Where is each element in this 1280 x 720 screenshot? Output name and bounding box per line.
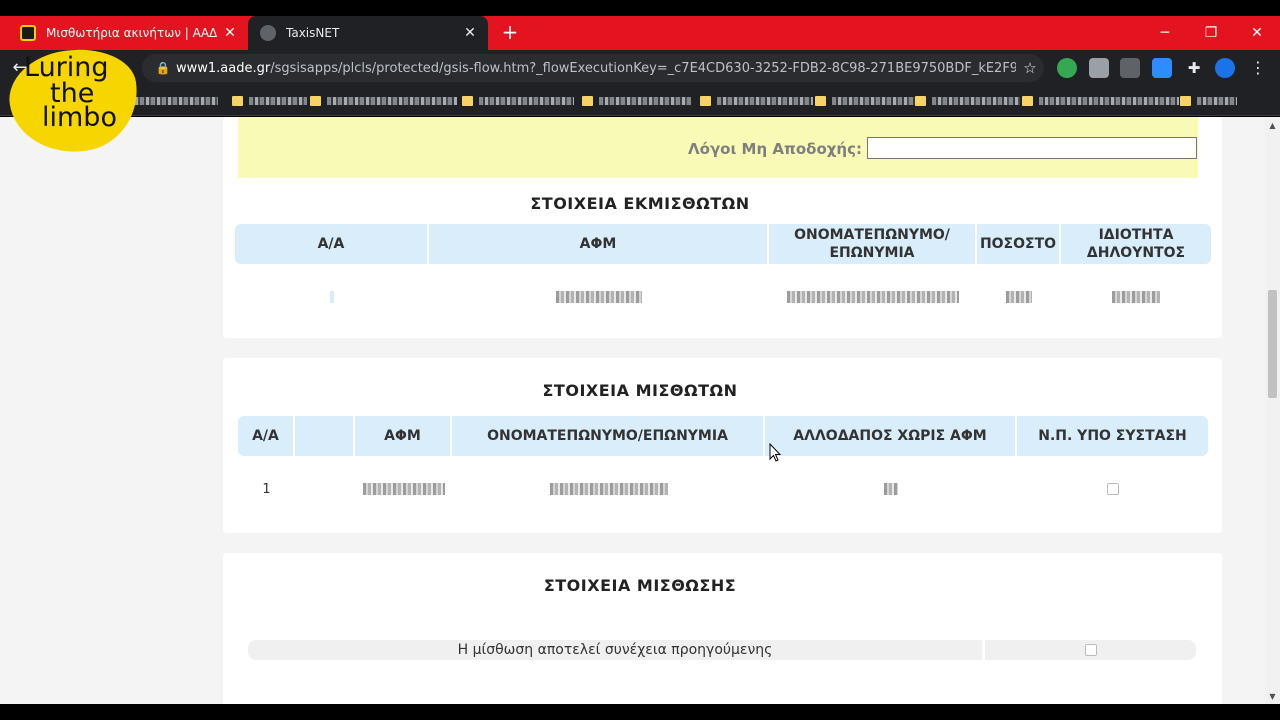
extension-icon[interactable]	[1089, 58, 1109, 78]
logo-word: Luring	[24, 52, 109, 83]
scrollbar-thumb[interactable]	[1268, 290, 1277, 398]
continuation-value[interactable]	[985, 640, 1196, 660]
puzzle-icon[interactable]: ✚	[1184, 58, 1204, 78]
cell-foreign-checkbox[interactable]	[765, 479, 1017, 499]
cell-entity-checkbox[interactable]	[1017, 479, 1208, 499]
aade-favicon-icon	[20, 25, 36, 41]
browser-toolbar: ← 🔒 www1.aade.gr/sgsisapps/plcls/protect…	[0, 50, 1280, 86]
bookmark-item[interactable]	[462, 95, 574, 107]
folder-icon	[310, 96, 321, 106]
globe-icon	[260, 25, 276, 41]
scroll-up-icon[interactable]: ▲	[1265, 119, 1280, 133]
folder-icon	[1022, 96, 1033, 106]
cell-afm-redacted	[429, 288, 769, 306]
col-header-declarant-capacity: ΙΔΙΟΤΗΤΑ ΔΗΛΟΥΝΤΟΣ	[1061, 224, 1211, 264]
star-icon[interactable]: ☆	[1016, 59, 1044, 77]
col-header-afm: ΑΦΜ	[429, 224, 769, 264]
minimize-icon[interactable]: ─	[1142, 16, 1188, 50]
cell-capacity-redacted	[1061, 288, 1211, 306]
bookmarks-bar	[0, 86, 1280, 116]
tab-title: TaxisNET	[286, 26, 340, 40]
plus-icon[interactable]: +	[498, 21, 522, 45]
col-header-name: ΟΝΟΜΑΤΕΠΩΝΥΜΟ/ ΕΠΩΝΥΜΙΑ	[769, 224, 977, 264]
cell-select	[295, 479, 355, 499]
col-header-aa: Α/Α	[238, 416, 295, 456]
profile-avatar-icon[interactable]	[1215, 58, 1235, 78]
tab-strip: Μισθωτήρια ακινήτων | ΑΑΔΕ ✕ TaxisNET ✕ …	[0, 16, 1280, 50]
col-header-select	[295, 416, 355, 456]
url-text: www1.aade.gr/sgsisapps/plcls/protected/g…	[176, 60, 1016, 76]
address-bar[interactable]: 🔒 www1.aade.gr/sgsisapps/plcls/protected…	[142, 54, 1044, 82]
bookmark-item[interactable]	[1022, 95, 1179, 107]
bookmark-item[interactable]	[582, 95, 691, 107]
page-viewport: Λόγοι Μη Αποδοχής: ΣΤΟΙΧΕΙΑ ΕΚΜΙΣΘΩΤΩΝ Α…	[0, 117, 1280, 704]
cell-name-redacted	[769, 288, 977, 306]
tab-title: Μισθωτήρια ακινήτων | ΑΑΔΕ	[46, 26, 218, 40]
kebab-menu-icon[interactable]: ⋮	[1248, 58, 1268, 78]
folder-icon	[1180, 96, 1191, 106]
window-close-icon[interactable]: ✕	[1234, 16, 1280, 50]
continuation-row: Η μίσθωση αποτελεί συνέχεια προηγούμενης	[248, 640, 1196, 660]
lessees-table-header: Α/Α ΑΦΜ ΟΝΟΜΑΤΕΠΩΝΥΜΟ/ΕΠΩΝΥΜΙΑ ΑΛΛΟΔΑΠΟΣ…	[238, 416, 1208, 456]
bookmark-item[interactable]	[232, 95, 307, 107]
col-header-name: ΟΝΟΜΑΤΕΠΩΝΥΜΟ/ΕΠΩΝΥΜΙΑ	[452, 416, 765, 456]
lessors-title: ΣΤΟΙΧΕΙΑ ΕΚΜΙΣΘΩΤΩΝ	[530, 194, 750, 213]
folder-icon	[582, 96, 593, 106]
table-row: 1	[238, 479, 1208, 499]
col-header-afm: ΑΦΜ	[355, 416, 452, 456]
continuation-checkbox[interactable]	[1084, 644, 1097, 656]
mouse-cursor-icon	[769, 443, 782, 462]
screen-bottom-bar	[0, 704, 1280, 720]
close-icon[interactable]: ✕	[458, 25, 482, 41]
lock-icon[interactable]: 🔒	[150, 61, 176, 75]
folder-icon	[232, 96, 243, 106]
bookmark-item[interactable]	[915, 95, 1020, 107]
cell-afm-redacted	[355, 479, 452, 499]
bookmark-item[interactable]	[700, 95, 813, 107]
reject-reasons-label: Λόγοι Μη Αποδοχής:	[688, 140, 862, 158]
folder-icon	[462, 96, 473, 106]
bookmark-item[interactable]	[815, 95, 916, 107]
col-header-aa: Α/Α	[235, 224, 429, 264]
lessees-title: ΣΤΟΙΧΕΙΑ ΜΙΣΘΩΤΩΝ	[542, 381, 738, 400]
close-icon[interactable]: ✕	[218, 25, 242, 41]
col-header-percentage: ΠΟΣΟΣΤΟ	[977, 224, 1061, 264]
screen-top-bar	[0, 0, 1280, 16]
cell-percentage-redacted	[977, 288, 1061, 306]
tab-aade-leases[interactable]: Μισθωτήρια ακινήτων | ΑΑΔΕ ✕	[8, 16, 248, 50]
col-header-entity-under-formation: Ν.Π. ΥΠΟ ΣΥΣΤΑΣΗ	[1017, 416, 1208, 456]
bookmark-item[interactable]	[1180, 95, 1237, 107]
cell-aa: 1	[262, 481, 271, 497]
folder-icon	[700, 96, 711, 106]
col-header-foreign-no-afm: ΑΛΛΟΔΑΠΟΣ ΧΩΡΙΣ ΑΦΜ	[765, 416, 1017, 456]
folder-icon	[815, 96, 826, 106]
dropbox-extension-icon[interactable]	[1120, 58, 1140, 78]
folder-icon	[915, 96, 926, 106]
reject-reasons-input[interactable]	[867, 137, 1197, 159]
zoom-extension-icon[interactable]	[1152, 58, 1172, 78]
continuation-label: Η μίσθωση αποτελεί συνέχεια προηγούμενης	[248, 640, 982, 660]
entity-under-formation-checkbox[interactable]	[1106, 483, 1119, 495]
restore-icon[interactable]: ❐	[1188, 16, 1234, 50]
scroll-down-icon[interactable]: ▼	[1265, 690, 1280, 704]
luring-the-limbo-logo: Luring the limbo	[3, 41, 145, 161]
lease-title: ΣΤΟΙΧΕΙΑ ΜΙΣΘΩΣΗΣ	[543, 576, 737, 595]
grammarly-extension-icon[interactable]	[1057, 58, 1077, 78]
tab-taxisnet[interactable]: TaxisNET ✕	[248, 16, 488, 50]
table-row	[235, 288, 1211, 306]
bookmark-item[interactable]	[310, 95, 457, 107]
page-scrollbar[interactable]: ▲ ▼	[1265, 117, 1280, 704]
cell-aa	[235, 288, 429, 306]
logo-word: limbo	[42, 102, 117, 133]
lessors-table-header: Α/Α ΑΦΜ ΟΝΟΜΑΤΕΠΩΝΥΜΟ/ ΕΠΩΝΥΜΙΑ ΠΟΣΟΣΤΟ …	[235, 224, 1211, 264]
cell-name-redacted	[452, 479, 765, 499]
